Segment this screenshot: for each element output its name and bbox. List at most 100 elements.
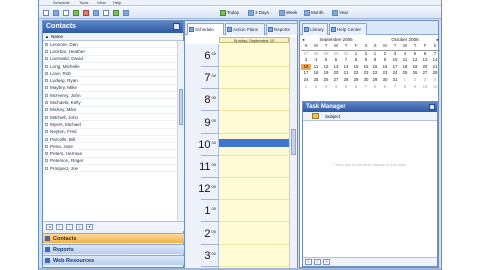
calendar-day[interactable]: 18 bbox=[400, 64, 410, 71]
calendar-day[interactable]: 28 bbox=[311, 51, 321, 58]
row-checkbox[interactable] bbox=[45, 79, 48, 83]
calendar-day[interactable]: 25 bbox=[400, 70, 410, 77]
menu-item[interactable]: Schedule bbox=[53, 0, 70, 5]
calendar-day[interactable]: 19 bbox=[410, 64, 420, 71]
calendar-day[interactable]: 2 bbox=[380, 51, 390, 58]
calendar-day[interactable]: 1 bbox=[301, 84, 311, 91]
calendar-day[interactable]: 23 bbox=[380, 70, 390, 77]
row-checkbox[interactable] bbox=[45, 93, 48, 97]
calendar-day[interactable]: 8 bbox=[370, 57, 380, 64]
contact-row[interactable]: Mitchell, John bbox=[43, 114, 177, 122]
calendar-day[interactable]: 5 bbox=[321, 57, 331, 64]
calendar-day[interactable]: 2 bbox=[410, 77, 420, 84]
tab-schedule[interactable]: Schedule bbox=[187, 23, 224, 35]
calendar-day[interactable]: 3 bbox=[321, 84, 331, 91]
calendar-day[interactable]: 26 bbox=[321, 77, 331, 84]
three-days-button[interactable]: 3 Days bbox=[248, 8, 269, 17]
check-icon[interactable]: ✓ bbox=[314, 259, 321, 265]
contact-row[interactable]: Loerwald, David bbox=[43, 56, 177, 63]
tab-help-center[interactable]: Help Center bbox=[329, 23, 367, 35]
calendar-day[interactable]: 31 bbox=[341, 51, 351, 58]
calendar-day[interactable]: 25 bbox=[311, 77, 321, 84]
row-checkbox[interactable] bbox=[45, 144, 48, 148]
calendar-day[interactable]: 12 bbox=[321, 64, 331, 71]
row-checkbox[interactable] bbox=[45, 108, 48, 112]
calendar-day[interactable]: 3 bbox=[390, 51, 400, 58]
calendar-day[interactable]: 5 bbox=[370, 84, 380, 91]
calendar-day[interactable]: 20 bbox=[420, 64, 430, 71]
selected-time-slot[interactable] bbox=[219, 139, 289, 147]
calendar-day[interactable]: 6 bbox=[420, 51, 430, 58]
row-checkbox[interactable] bbox=[45, 42, 48, 46]
phone-button[interactable] bbox=[123, 8, 129, 17]
calendar-day[interactable]: 29 bbox=[321, 51, 331, 58]
menu-item[interactable]: Tools bbox=[79, 0, 88, 5]
contact-row[interactable]: Long, Michelle bbox=[43, 63, 177, 71]
menu-item[interactable]: Help bbox=[113, 0, 121, 5]
options-icon[interactable]: ▾ bbox=[86, 223, 93, 230]
next-month-icon[interactable]: ▸ bbox=[437, 37, 439, 43]
contact-row[interactable]: Neyton, Fred bbox=[43, 129, 177, 136]
calendar-day[interactable]: 8 bbox=[400, 84, 410, 91]
calendar-day[interactable]: 27 bbox=[420, 70, 430, 77]
contact-row[interactable]: McHenry, John bbox=[43, 92, 177, 100]
calendar-day[interactable]: 13 bbox=[331, 64, 341, 71]
contact-row[interactable]: Leonore, Dan bbox=[43, 41, 177, 49]
calendar-day[interactable]: 10 bbox=[301, 63, 311, 71]
calendar-day[interactable]: 1 bbox=[400, 77, 410, 84]
schedule-scrollbar[interactable] bbox=[289, 37, 297, 269]
open-button[interactable] bbox=[53, 8, 59, 17]
calendar-day[interactable]: 14 bbox=[341, 64, 351, 71]
calendar-day[interactable]: 22 bbox=[351, 70, 361, 77]
day-column[interactable] bbox=[219, 44, 289, 269]
calendar-day[interactable]: 10 bbox=[390, 57, 400, 64]
remove-icon[interactable]: − bbox=[66, 223, 73, 230]
calendar-day[interactable]: 22 bbox=[370, 70, 380, 77]
calendar-day[interactable]: 24 bbox=[301, 77, 311, 84]
calendar-day[interactable]: 26 bbox=[410, 70, 420, 77]
calendar-day[interactable]: 17 bbox=[390, 64, 400, 71]
calendar-button[interactable] bbox=[113, 8, 119, 17]
calendar-day[interactable]: 9 bbox=[410, 84, 420, 91]
calendar-day[interactable]: 16 bbox=[380, 64, 390, 71]
calendar-day[interactable]: 2 bbox=[311, 84, 321, 91]
row-checkbox[interactable] bbox=[45, 64, 48, 68]
contact-row[interactable]: Lockbar, Heather bbox=[43, 48, 177, 56]
row-checkbox[interactable] bbox=[45, 71, 48, 75]
calendar-day[interactable]: 6 bbox=[331, 57, 341, 64]
calendar-day[interactable]: 4 bbox=[331, 84, 341, 91]
nav-contacts-button[interactable]: Contacts bbox=[43, 233, 185, 243]
calendar-day[interactable]: 6 bbox=[351, 84, 361, 91]
edit-button[interactable] bbox=[73, 8, 79, 17]
row-checkbox[interactable] bbox=[45, 86, 48, 90]
contact-row[interactable]: Love, Rob bbox=[43, 70, 177, 78]
calendar-day[interactable]: 31 bbox=[390, 77, 400, 84]
contact-row[interactable]: Prospect, Joe bbox=[43, 165, 177, 173]
calendar-day[interactable]: 3 bbox=[301, 57, 311, 64]
calendar-day[interactable]: 5 bbox=[410, 51, 420, 58]
year-button[interactable]: Year bbox=[332, 8, 348, 17]
calendar-day[interactable]: 28 bbox=[341, 77, 351, 84]
contact-row[interactable]: Parcells, Bill bbox=[43, 136, 177, 144]
nav-reports-button[interactable]: Reports bbox=[43, 244, 185, 254]
contact-row[interactable]: Ludwig, Ryan bbox=[43, 77, 177, 85]
calendar-day[interactable]: 17 bbox=[301, 70, 311, 77]
add-icon[interactable]: + bbox=[56, 223, 63, 230]
calendar-day[interactable]: 10 bbox=[420, 84, 430, 91]
previous-icon[interactable]: ◂ bbox=[46, 223, 53, 230]
calendar-day[interactable]: 15 bbox=[351, 64, 361, 71]
row-checkbox[interactable] bbox=[45, 159, 48, 163]
contact-list-scrollbar[interactable] bbox=[177, 41, 184, 221]
delete-button[interactable] bbox=[83, 8, 89, 17]
previous-month-icon[interactable]: ◂ bbox=[302, 37, 304, 43]
row-checkbox[interactable] bbox=[45, 152, 48, 156]
contact-row[interactable]: Peterson, Roger bbox=[43, 158, 177, 166]
calendar-day[interactable]: 1 bbox=[370, 51, 380, 58]
name-column-header[interactable]: ▲ Name bbox=[43, 33, 183, 41]
contact-row[interactable]: Myers, Michael bbox=[43, 121, 177, 129]
menu-item[interactable]: View bbox=[97, 0, 106, 5]
calendar-day[interactable]: 4 bbox=[430, 77, 440, 84]
close-icon[interactable] bbox=[429, 104, 435, 110]
task-column-header[interactable]: Subject bbox=[303, 112, 437, 121]
calendar-day[interactable]: 29 bbox=[370, 77, 380, 84]
